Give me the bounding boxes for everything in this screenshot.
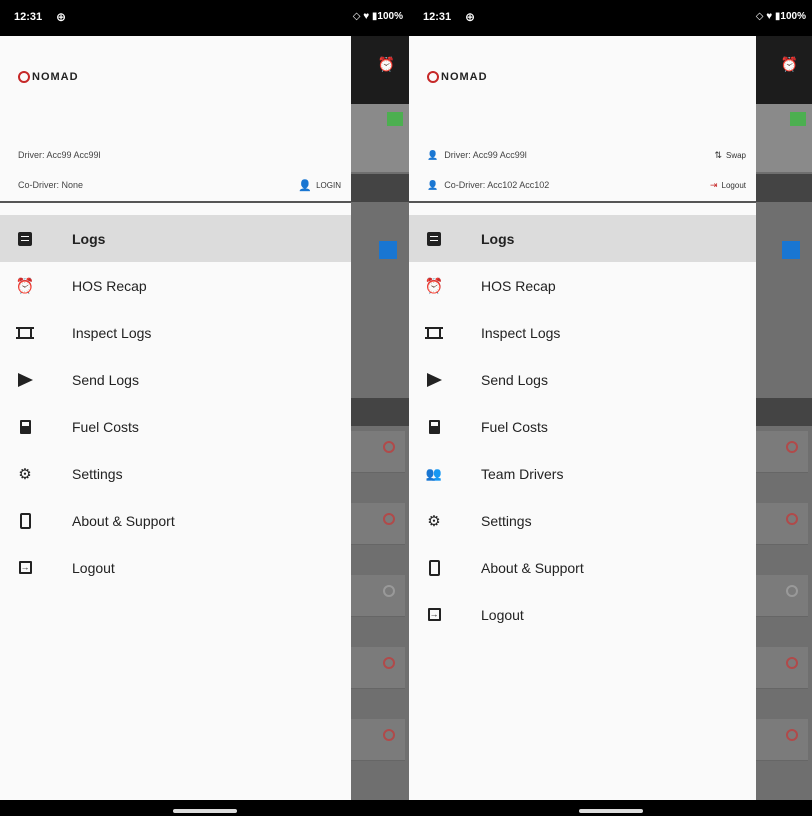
phone-screen-right: 12:31 ⊕ ◇ ♥ ▮100% ⏰ NOMAD 👤 Driver: Acc9… — [409, 0, 812, 816]
notification-icon: ⊕ — [56, 10, 67, 24]
codriver-person-icon: 👤 — [427, 179, 439, 190]
status-icons: ◇ ♥ ▮100% — [755, 11, 806, 22]
menu-item-inspect-logs[interactable]: Inspect Logs — [0, 309, 351, 356]
status-icons: ◇ ♥ ▮100% — [352, 11, 403, 22]
driver-label: Driver: Acc99 Acc99l — [18, 150, 101, 160]
fuel-icon — [16, 418, 34, 436]
menu-item-about-support[interactable]: About & Support — [0, 497, 351, 544]
menu-item-send-logs[interactable]: Send Logs — [0, 356, 351, 403]
team-icon: 👥 — [425, 465, 443, 481]
logout-icon: → — [427, 608, 441, 621]
status-time: 12:31 — [14, 11, 43, 23]
driver-label: Driver: Acc99 Acc99l — [444, 150, 527, 160]
menu-item-logout[interactable]: → Logout — [409, 591, 756, 638]
logo-mark-icon — [18, 71, 30, 83]
status-indicator — [387, 112, 403, 126]
drawer-menu: Logs ⏰ HOS Recap Inspect Logs Send Logs … — [409, 215, 756, 638]
status-indicator — [790, 112, 806, 126]
swap-icon: ⇅ — [714, 149, 722, 160]
menu-item-hos-recap[interactable]: ⏰ HOS Recap — [0, 262, 351, 309]
system-nav-bar — [0, 800, 409, 816]
inspect-icon — [425, 324, 443, 342]
gear-icon: ⚙ — [427, 512, 441, 530]
menu-item-send-logs[interactable]: Send Logs — [409, 356, 756, 403]
nomad-logo: NOMAD — [427, 71, 488, 83]
menu-item-inspect-logs[interactable]: Inspect Logs — [409, 309, 756, 356]
gear-icon: ⚙ — [18, 465, 32, 483]
menu-item-hos-recap[interactable]: ⏰ HOS Recap — [409, 262, 756, 309]
divider — [0, 201, 351, 203]
navigation-drawer: NOMAD Driver: Acc99 Acc99l Co-Driver: No… — [0, 36, 351, 800]
alarm-icon: ⏰ — [780, 56, 798, 72]
swap-button[interactable]: ⇅ Swap — [714, 150, 746, 161]
add-icon — [379, 241, 397, 259]
menu-item-team-drivers[interactable]: 👥 Team Drivers — [409, 450, 756, 497]
navigation-drawer: NOMAD 👤 Driver: Acc99 Acc99l ⇅ Swap 👤 Co… — [409, 36, 756, 800]
system-nav-bar — [409, 800, 812, 816]
menu-item-logs[interactable]: Logs — [409, 215, 756, 262]
alarm-icon: ⏰ — [377, 56, 395, 72]
notification-icon: ⊕ — [465, 10, 476, 24]
logs-icon — [16, 230, 34, 248]
phone-icon — [425, 559, 443, 577]
phone-icon — [16, 512, 34, 530]
menu-item-fuel-costs[interactable]: Fuel Costs — [409, 403, 756, 450]
nomad-logo: NOMAD — [18, 71, 79, 83]
home-gesture-pill[interactable] — [578, 809, 643, 813]
divider — [409, 201, 756, 203]
menu-item-about-support[interactable]: About & Support — [409, 544, 756, 591]
menu-item-settings[interactable]: ⚙ Settings — [0, 450, 351, 497]
status-time: 12:31 — [423, 11, 452, 23]
fuel-icon — [425, 418, 443, 436]
codriver-label: Co-Driver: None — [18, 180, 84, 190]
status-bar: 12:31 ⊕ ◇ ♥ ▮100% — [0, 0, 409, 36]
person-icon: 👤 — [298, 179, 313, 192]
codriver-logout-button[interactable]: ⇥ Logout — [710, 180, 746, 191]
logs-icon — [425, 230, 443, 248]
codriver-label: Co-Driver: Acc102 Acc102 — [444, 180, 550, 190]
send-icon — [16, 371, 34, 389]
logo-mark-icon — [427, 71, 439, 83]
driver-person-icon: 👤 — [427, 149, 439, 160]
add-icon — [782, 241, 800, 259]
status-bar: 12:31 ⊕ ◇ ♥ ▮100% — [409, 0, 812, 36]
menu-item-logs[interactable]: Logs — [0, 215, 351, 262]
menu-item-fuel-costs[interactable]: Fuel Costs — [0, 403, 351, 450]
alarm-clock-icon: ⏰ — [424, 277, 444, 295]
send-icon — [425, 371, 443, 389]
drawer-menu: Logs ⏰ HOS Recap Inspect Logs Send Logs … — [0, 215, 351, 591]
alarm-clock-icon: ⏰ — [15, 277, 35, 295]
logout-icon: ⇥ — [709, 179, 718, 190]
menu-item-settings[interactable]: ⚙ Settings — [409, 497, 756, 544]
phone-screen-left: 12:31 ⊕ ◇ ♥ ▮100% ⏰ NOMAD Driver: Acc99 … — [0, 0, 409, 816]
logout-icon: → — [18, 561, 32, 574]
inspect-icon — [16, 324, 34, 342]
home-gesture-pill[interactable] — [172, 809, 237, 813]
menu-item-logout[interactable]: → Logout — [0, 544, 351, 591]
login-button[interactable]: 👤 LOGIN — [298, 179, 341, 192]
